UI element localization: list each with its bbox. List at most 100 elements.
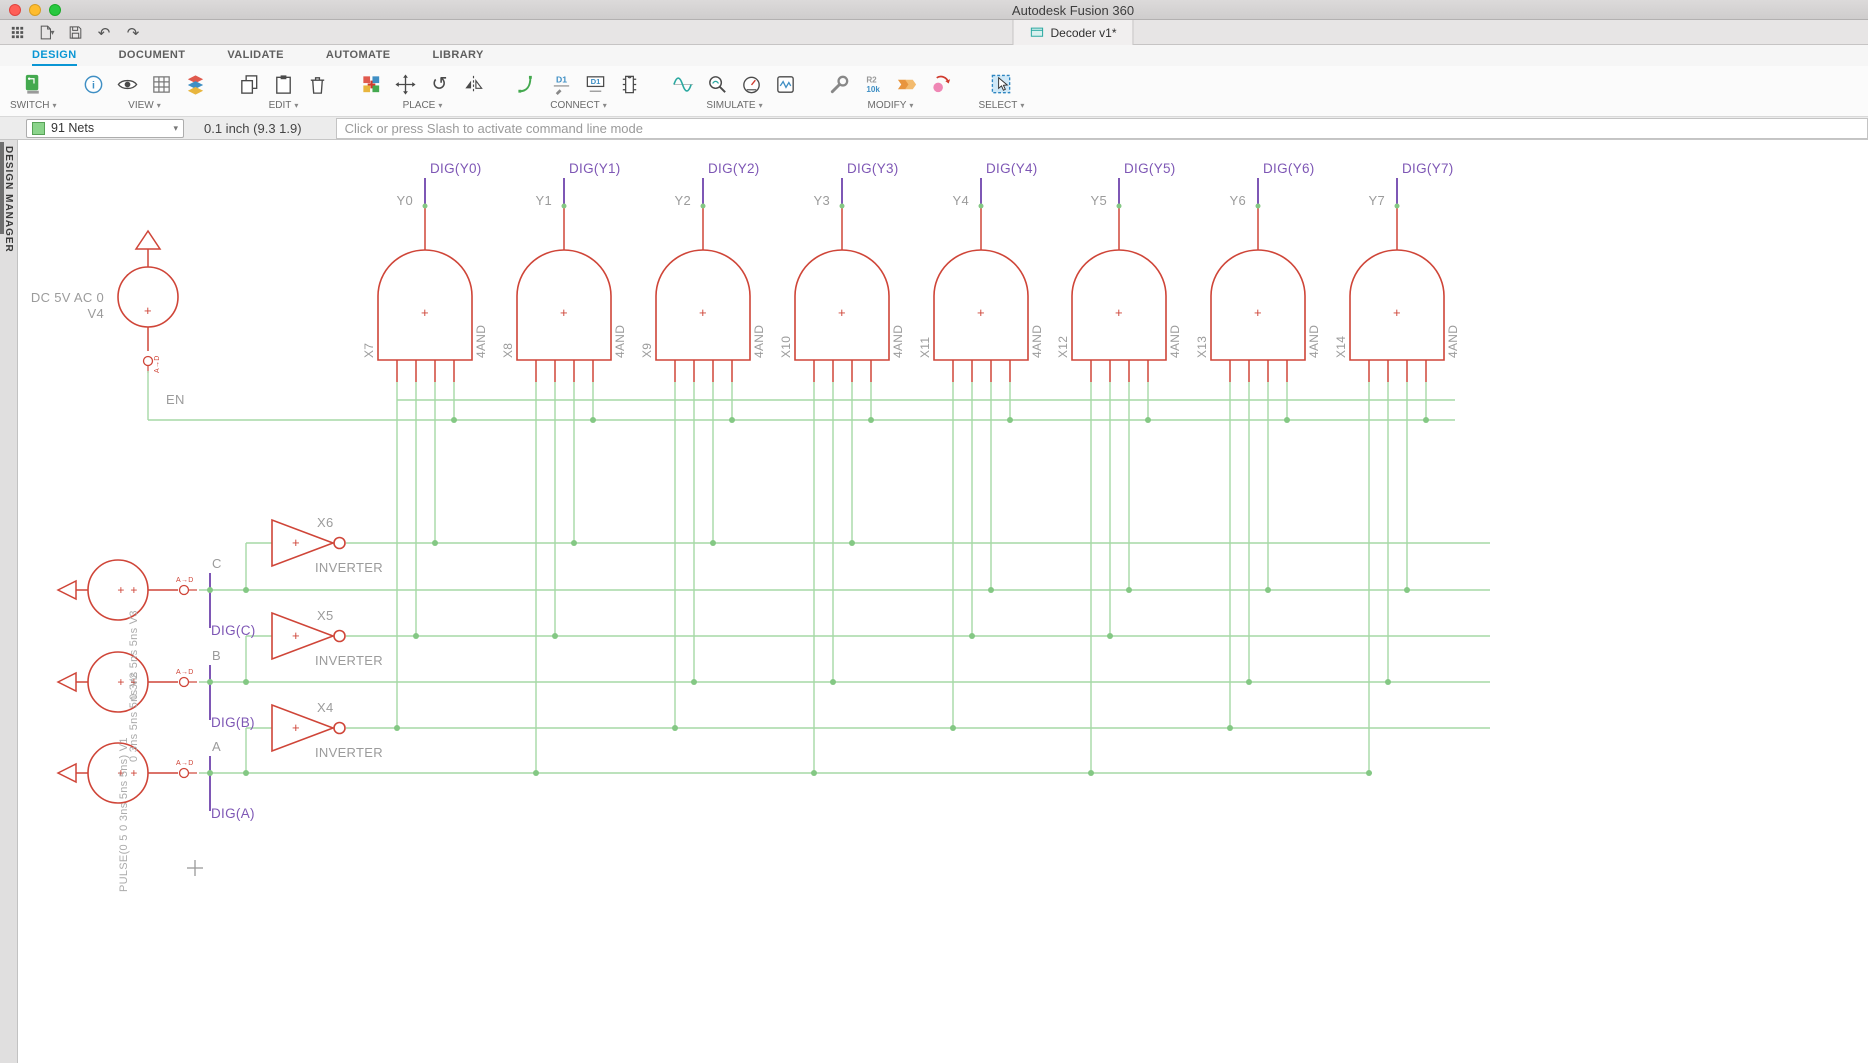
net-label[interactable]: DIG(Y1) [569,161,621,176]
ad-bridge-symbol[interactable] [180,586,189,595]
layer-visibility-eye-icon[interactable] [110,69,144,99]
gate-origin-mark[interactable]: + [560,305,568,320]
modify-menu[interactable]: MODIFY▾ [868,100,914,111]
info-icon[interactable]: i [76,69,110,99]
source-plus-mark[interactable]: + [130,583,137,597]
input-port-flag[interactable] [58,581,76,599]
place-menu[interactable]: PLACE▾ [403,100,443,111]
ad-bridge-label[interactable]: A→D [176,577,194,584]
select-menu[interactable]: SELECT▾ [978,100,1024,111]
input-port-flag[interactable] [58,673,76,691]
type-label[interactable]: 4AND [613,325,627,358]
gate-origin-mark[interactable]: + [421,305,429,320]
rotate-icon[interactable]: ↺ [422,69,456,99]
rename-value-icon[interactable]: R210k [856,69,890,99]
zoom-window-button[interactable] [49,4,61,16]
pin-label[interactable]: B [212,648,221,663]
source-plus-mark[interactable]: + [130,766,137,780]
tab-design[interactable]: DESIGN [32,45,77,66]
select-tool-icon[interactable] [984,69,1018,99]
pin-label[interactable]: Y6 [1229,193,1246,208]
type-label[interactable]: 4AND [474,325,488,358]
minimize-window-button[interactable] [29,4,41,16]
pin-label[interactable]: Y5 [1090,193,1107,208]
gate-origin-mark[interactable]: + [699,305,707,320]
value-label[interactable]: DC 5V AC 0 [31,290,104,305]
probe-magnifier-icon[interactable] [700,69,734,99]
mirror-icon[interactable] [456,69,490,99]
ad-bridge-label[interactable]: A→D [154,355,161,373]
new-document-icon[interactable]: ▾ [35,22,57,44]
gate-origin-mark[interactable]: + [977,305,985,320]
ref-label[interactable]: X12 [1056,336,1070,358]
gate-origin-mark[interactable]: + [1393,305,1401,320]
ad-bridge-label[interactable]: A→D [176,669,194,676]
tab-automate[interactable]: AUTOMATE [326,45,391,66]
ref-label[interactable]: X5 [317,608,334,623]
design-manager-panel[interactable]: DESIGN MANAGER [0,140,18,1063]
paste-icon[interactable] [266,69,300,99]
edit-menu[interactable]: EDIT▾ [269,100,299,111]
net-label[interactable]: DIG(Y3) [847,161,899,176]
schematic-canvas[interactable]: +DIG(Y0)Y0X74AND+DIG(Y1)Y1X84AND+DIG(Y2)… [18,140,1868,1063]
delete-trash-icon[interactable] [300,69,334,99]
gate-origin-mark[interactable]: + [1254,305,1262,320]
save-icon[interactable] [64,22,86,44]
type-label[interactable]: 4AND [1030,325,1044,358]
ad-bridge-symbol[interactable] [144,357,153,366]
gate-origin-mark[interactable]: + [292,535,300,550]
type-label[interactable]: INVERTER [315,560,383,575]
ic-symbol-icon[interactable] [612,69,646,99]
tab-validate[interactable]: VALIDATE [227,45,284,66]
type-label[interactable]: 4AND [752,325,766,358]
pin-label[interactable]: Y3 [813,193,830,208]
type-label[interactable]: 4AND [1446,325,1460,358]
type-label[interactable]: 4AND [1168,325,1182,358]
net-label[interactable]: DIG(C) [211,623,256,638]
part-value-icon[interactable]: D1 [578,69,612,99]
pin-label[interactable]: Y1 [535,193,552,208]
source-plus-mark[interactable]: + [117,583,124,597]
layers-icon[interactable] [178,69,212,99]
connect-menu[interactable]: CONNECT▾ [550,100,606,111]
schematic[interactable]: +DIG(Y0)Y0X74AND+DIG(Y1)Y1X84AND+DIG(Y2)… [18,140,1868,1063]
tab-library[interactable]: LIBRARY [432,45,483,66]
wrench-icon[interactable] [822,69,856,99]
inverter-bubble[interactable] [334,723,345,734]
source-plus-mark[interactable]: + [144,303,152,318]
voltmeter-icon[interactable] [734,69,768,99]
pin-label[interactable]: Y2 [674,193,691,208]
tab-document[interactable]: DOCUMENT [119,45,186,66]
waveform-icon[interactable] [666,69,700,99]
ad-bridge-label[interactable]: A→D [176,760,194,767]
ref-label[interactable]: X10 [779,336,793,358]
net-label[interactable]: DIG(Y7) [1402,161,1454,176]
replace-part-icon[interactable] [924,69,958,99]
ref-label[interactable]: X4 [317,700,334,715]
net-label[interactable]: DIG(Y5) [1124,161,1176,176]
simulate-menu[interactable]: SIMULATE▾ [706,100,762,111]
source-params-label[interactable]: PULSE(0 5 0 3ns 5ns 5ns) V1 [118,737,130,892]
ref-label[interactable]: X9 [640,343,654,358]
pin-label[interactable]: Y4 [952,193,969,208]
ad-bridge-symbol[interactable] [180,678,189,687]
net-label[interactable]: DIG(Y0) [430,161,482,176]
tags-icon[interactable] [890,69,924,99]
pin-label[interactable]: A [212,739,221,754]
pin-label[interactable]: C [212,556,222,571]
pin-label[interactable]: Y0 [396,193,413,208]
document-tab[interactable]: Decoder v1* [1012,20,1133,45]
app-grid-icon[interactable] [6,22,28,44]
ref-label[interactable]: X14 [1334,336,1348,358]
net-label[interactable]: DIG(Y2) [708,161,760,176]
switch-to-pcb-icon[interactable] [16,69,50,99]
pin-label[interactable]: Y7 [1368,193,1385,208]
source-V4[interactable] [118,267,178,327]
nets-selector[interactable]: 91 Nets ▾ [26,119,184,138]
inverter-bubble[interactable] [334,538,345,549]
type-label[interactable]: INVERTER [315,653,383,668]
command-line-input[interactable] [336,118,1868,139]
redo-icon[interactable]: ↷ [122,22,144,44]
switch-menu[interactable]: SWITCH▾ [10,100,56,111]
ref-label[interactable]: V4 [87,306,104,321]
